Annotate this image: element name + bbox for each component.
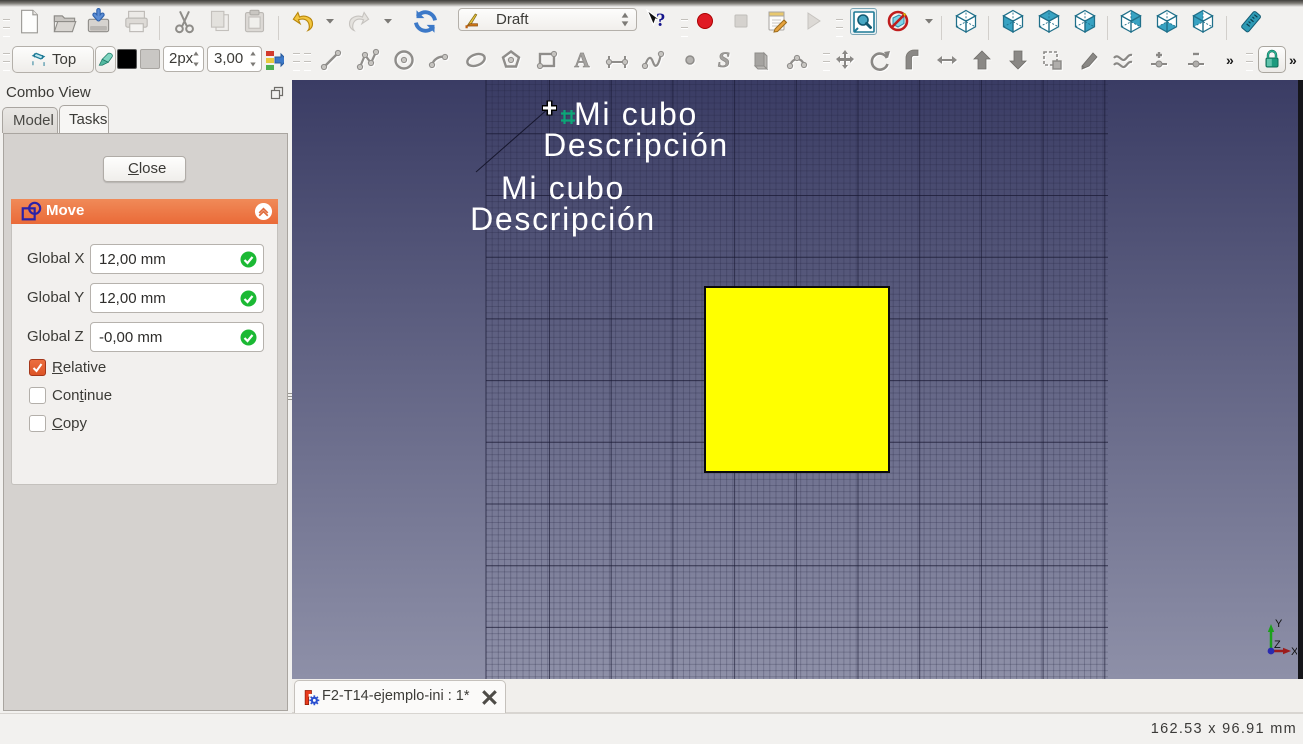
svg-text:Y: Y bbox=[1275, 618, 1283, 630]
svg-text:X: X bbox=[1291, 646, 1297, 658]
svg-text:Z: Z bbox=[1274, 639, 1281, 651]
svg-text:A: A bbox=[574, 48, 590, 72]
svg-text:?: ? bbox=[656, 10, 666, 31]
svg-text:S: S bbox=[718, 48, 730, 72]
